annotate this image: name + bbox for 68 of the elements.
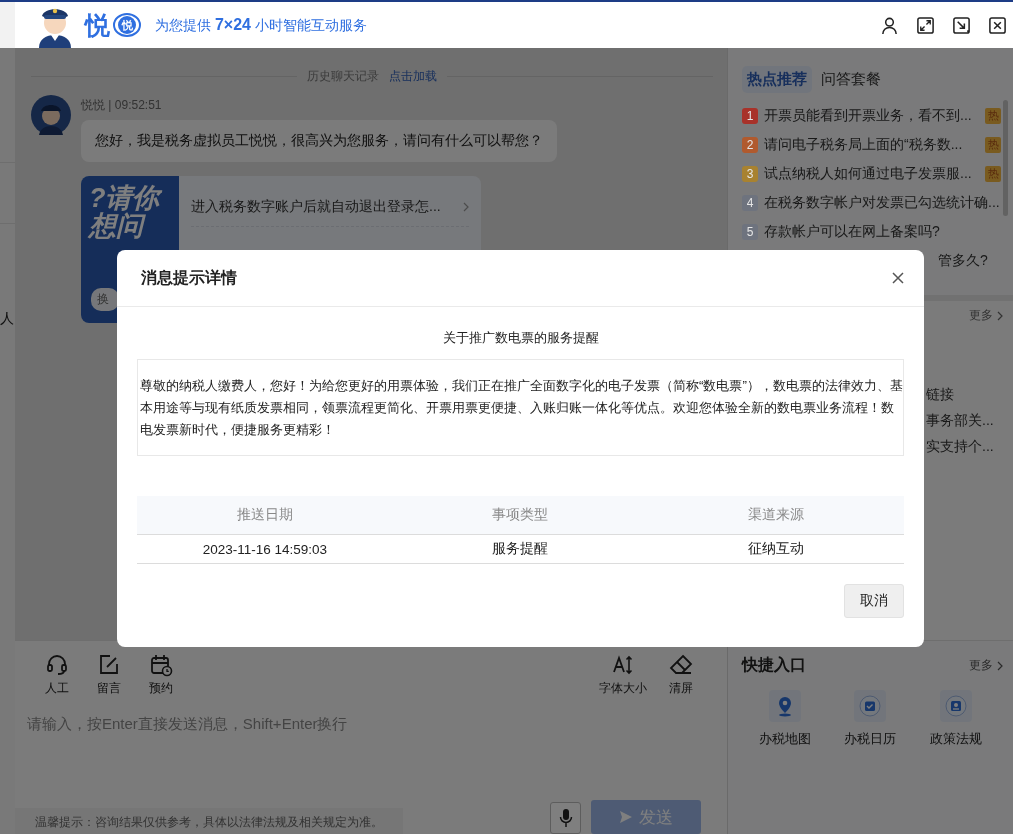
suggested-question[interactable]: 进入税务数字账户后就自动退出登录怎... — [191, 188, 469, 227]
table-cell: 2023-11-16 14:59:03 — [137, 534, 393, 564]
send-icon — [619, 810, 633, 824]
close-button[interactable] — [892, 272, 904, 284]
logo-badge: 悦 — [113, 13, 141, 37]
chevron-right-icon — [997, 660, 1003, 671]
load-history-link[interactable]: 点击加载 — [389, 68, 437, 85]
calendar-clock-icon — [149, 653, 173, 677]
quick-entry-item[interactable]: 办税地图 — [758, 690, 811, 748]
user-button[interactable] — [880, 15, 899, 35]
microphone-icon — [558, 808, 573, 828]
table-cell: 征纳互动 — [648, 534, 904, 564]
rank-badge: 2 — [742, 136, 758, 153]
toolbar-button[interactable]: 清屏 — [657, 653, 705, 697]
rank-badge: 4 — [742, 194, 758, 211]
column-header: 渠道来源 — [648, 496, 904, 535]
notice-title: 关于推广数电票的服务提醒 — [441, 329, 600, 347]
toolbar-button[interactable]: 留言 — [93, 653, 125, 697]
quick-entry-item[interactable]: 办税日历 — [844, 690, 897, 748]
hot-question[interactable]: 管多久? — [938, 251, 988, 270]
hot-question[interactable]: 请问电子税务局上面的“税务数... — [764, 135, 963, 154]
cancel-button[interactable]: 取消 — [844, 584, 904, 618]
rank-badge: 1 — [742, 107, 758, 124]
news-link[interactable]: 实支持个... — [926, 438, 994, 456]
section-title: 快捷入口 — [742, 655, 806, 675]
fullscreen-button[interactable] — [916, 15, 935, 35]
column-header: 推送日期 — [137, 496, 393, 535]
calendar-check-icon — [858, 694, 883, 718]
hot-question[interactable]: 开票员能看到开票业务，看不到... — [764, 106, 972, 125]
toolbar-button[interactable]: 预约 — [145, 653, 177, 697]
toolbar-button[interactable]: 人工 — [41, 653, 73, 697]
hot-question[interactable]: 存款帐户可以在网上备案吗? — [764, 222, 940, 241]
chevron-right-icon — [463, 202, 469, 212]
minimize-button[interactable] — [952, 15, 971, 35]
disclaimer-tip: 温馨提示：咨询结果仅供参考，具体以法律法规及相关规定为准。 — [15, 808, 403, 834]
news-link[interactable]: 链接 — [926, 386, 954, 404]
eraser-icon — [669, 653, 693, 677]
dialog-title: 消息提示详情 — [141, 267, 237, 288]
table-cell: 服务提醒 — [392, 534, 649, 564]
banner-title: ?请你想问 — [89, 184, 163, 241]
rank-badge: 5 — [742, 223, 758, 240]
message-meta: 悦悦 | 09:52:51 — [81, 97, 163, 114]
quick-entry-item[interactable]: 政策法规 — [930, 690, 983, 748]
app-logo: 悦 — [85, 9, 110, 42]
more-link[interactable]: 更多 — [969, 307, 1003, 324]
microphone-button[interactable] — [550, 802, 581, 834]
hot-question[interactable]: 在税务数字帐户对发票已勾选统计确... — [764, 193, 1000, 212]
column-header: 事项类型 — [392, 496, 649, 535]
close-button[interactable] — [988, 15, 1007, 35]
panel-tab[interactable]: 热点推荐 — [742, 66, 812, 93]
rank-badge: 3 — [742, 165, 758, 182]
hot-question[interactable]: 试点纳税人如何通过电子发票服... — [764, 164, 972, 183]
refresh-button[interactable]: 换 — [91, 288, 119, 311]
headset-icon — [45, 653, 69, 677]
panel-tab[interactable]: 问答套餐 — [816, 66, 886, 93]
more-link[interactable]: 更多 — [969, 657, 1003, 674]
message-bubble: 您好，我是税务虚拟员工悦悦，很高兴为您服务，请问有什么可以帮您？ — [81, 120, 557, 162]
chevron-right-icon — [997, 310, 1003, 321]
service-tagline: 为您提供 7×24 小时智能互动服务 — [155, 15, 367, 35]
news-link[interactable]: 事务部关... — [926, 412, 994, 430]
notice-body: 尊敬的纳税人缴费人，您好！为给您更好的用票体验，我们正在推广全面数字化的电子发票（简称“数电票”），数电票的法律效力、基本用途等与现有纸质发票相同，领票流程更简化、开票用票更便捷、入账归账一体化等优点。欢迎您体验全新的数电票业务流程！数电发票新时代，便捷服务更精彩！ — [137, 359, 904, 456]
page-text: 人 — [0, 310, 15, 328]
avatar-icon — [31, 95, 71, 135]
law-book-icon — [944, 694, 969, 718]
scrollbar-thumb[interactable] — [1003, 100, 1008, 216]
font-size-icon — [611, 653, 635, 677]
edit-icon — [97, 653, 121, 677]
toolbar-button[interactable]: 字体大小 — [599, 653, 647, 697]
